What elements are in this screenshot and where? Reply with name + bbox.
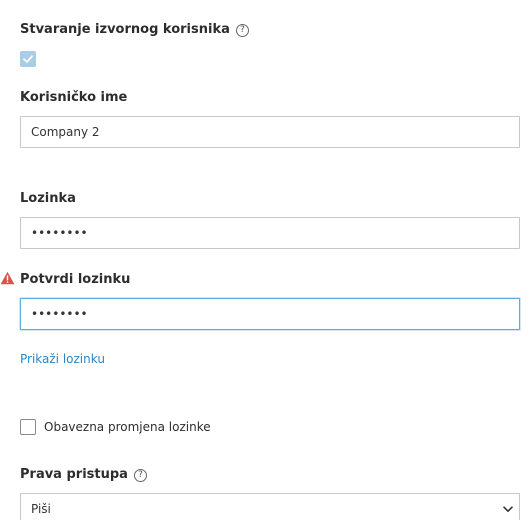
warning-triangle-icon xyxy=(0,271,15,285)
user-form: Stvaranje izvornog korisnika ? Korisničk… xyxy=(0,0,530,520)
access-rights-value: Piši xyxy=(31,502,51,516)
access-rights-heading: Prava pristupa ? xyxy=(20,467,147,483)
force-change-checkbox[interactable] xyxy=(20,419,36,435)
username-value: Company 2 xyxy=(31,125,100,139)
chevron-down-icon xyxy=(503,506,513,512)
access-rights-select[interactable]: Piši xyxy=(20,493,520,520)
checkmark-icon xyxy=(23,55,33,63)
username-input[interactable]: Company 2 xyxy=(20,116,520,148)
password-label: Lozinka xyxy=(20,191,76,206)
help-icon[interactable]: ? xyxy=(235,23,249,37)
force-change-label: Obavezna promjena lozinke xyxy=(44,420,211,434)
help-icon[interactable]: ? xyxy=(133,468,147,482)
source-user-heading: Stvaranje izvornog korisnika ? xyxy=(20,22,249,38)
password-value: •••••••• xyxy=(31,226,88,240)
show-password-link[interactable]: Prikaži lozinku xyxy=(20,352,105,366)
confirm-password-value: •••••••• xyxy=(31,307,88,321)
confirm-password-label: Potvrdi lozinku xyxy=(20,272,131,287)
source-user-checkbox[interactable] xyxy=(20,51,36,67)
password-input[interactable]: •••••••• xyxy=(20,217,520,249)
access-rights-label: Prava pristupa xyxy=(20,467,128,482)
confirm-password-input[interactable]: •••••••• xyxy=(20,298,520,330)
username-label: Korisničko ime xyxy=(20,90,128,105)
source-user-label: Stvaranje izvornog korisnika xyxy=(20,22,230,37)
